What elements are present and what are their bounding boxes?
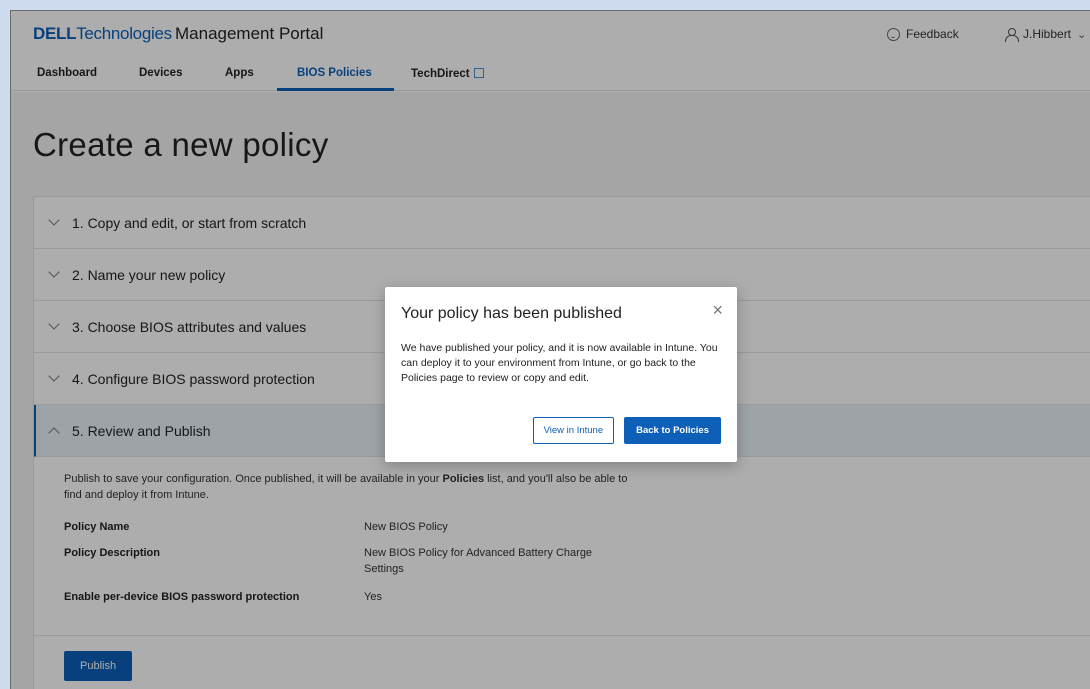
view-in-intune-button[interactable]: View in Intune <box>532 417 615 444</box>
dialog-title: Your policy has been published <box>401 305 622 322</box>
close-icon[interactable]: × <box>712 301 723 319</box>
dialog-body: We have published your policy, and it is… <box>401 342 718 384</box>
back-to-policies-button[interactable]: Back to Policies <box>624 417 721 444</box>
published-dialog: Your policy has been published × We have… <box>385 287 737 462</box>
dialog-actions: View in Intune Back to Policies <box>532 417 721 444</box>
app-window: DELLTechnologies Management Portal Feedb… <box>10 10 1090 689</box>
